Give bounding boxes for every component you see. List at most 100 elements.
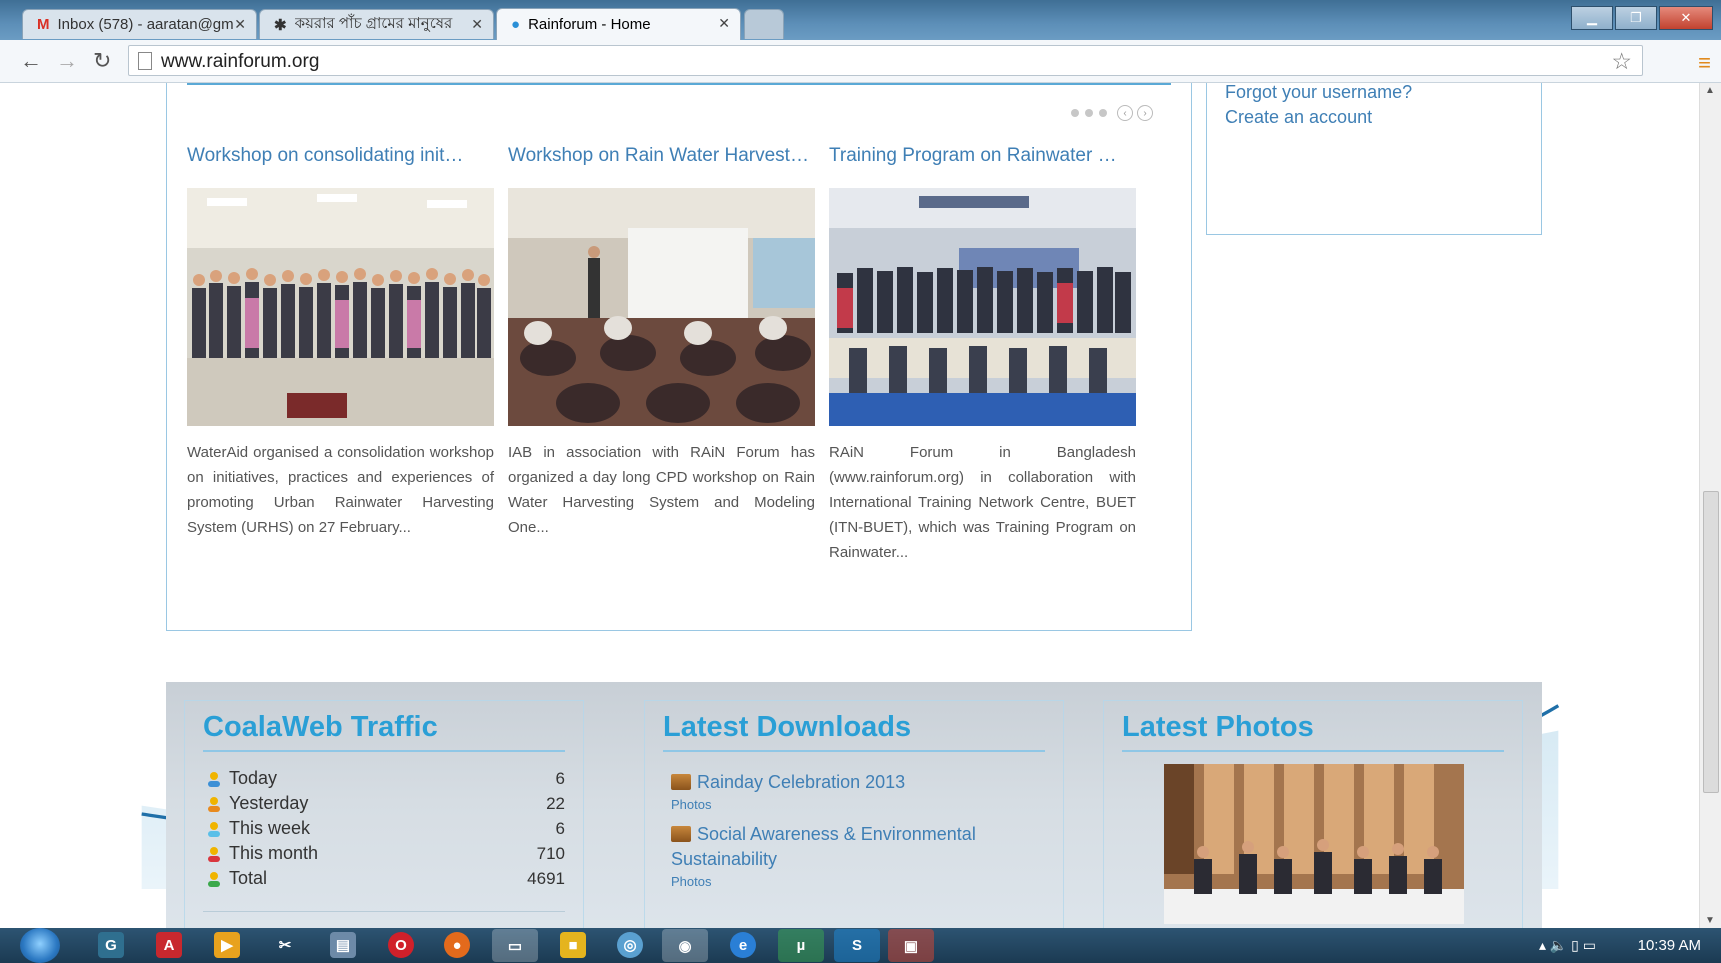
news-item: Training Program on Rainwater … RAiN For… [829, 145, 1136, 565]
browser-titlebar: M Inbox (578) - aaratan@gm ✕ ✱ কয়রার পা… [0, 0, 1721, 40]
close-window-button[interactable]: ✕ [1659, 6, 1713, 30]
utorrent-icon[interactable]: µ [778, 929, 824, 962]
download-item[interactable]: Rainday Celebration 2013 [671, 770, 1063, 795]
media-player-icon[interactable]: ▶ [214, 932, 240, 958]
opera-icon[interactable]: O [388, 932, 414, 958]
pager-dot[interactable] [1099, 109, 1107, 117]
page-icon [138, 52, 152, 70]
news-title-link[interactable]: Workshop on Rain Water Harvest… [508, 145, 815, 171]
news-photo[interactable] [187, 188, 494, 426]
tab-title: কয়রার পাঁচ গ্রামের মানুষের [294, 15, 453, 32]
explorer-folder-icon[interactable]: ▭ [492, 929, 538, 962]
page-scrollbar[interactable]: ▲ ▼ [1699, 83, 1721, 928]
download-category[interactable]: Photos [671, 797, 1063, 812]
notes-icon[interactable]: ■ [560, 932, 586, 958]
globe-icon: ✱ [274, 16, 287, 34]
bookmark-star-icon[interactable]: ☆ [1611, 48, 1632, 75]
prev-arrow-icon[interactable]: ‹ [1117, 105, 1133, 121]
firefox-icon[interactable]: ● [444, 932, 470, 958]
scroll-up-arrow-icon[interactable]: ▲ [1705, 85, 1715, 96]
chrome-icon[interactable]: ◉ [662, 929, 708, 962]
tab-rainforum[interactable]: ● Rainforum - Home ✕ [496, 8, 741, 40]
pager-dot[interactable] [1071, 109, 1079, 117]
traffic-value: 22 [546, 793, 565, 813]
downloads-heading: Latest Downloads [663, 711, 912, 743]
gmail-icon: M [37, 16, 50, 33]
internet-explorer-icon[interactable]: e [730, 932, 756, 958]
divider [187, 83, 1171, 85]
traffic-value: 710 [536, 843, 565, 863]
document-icon[interactable]: ▤ [330, 932, 356, 958]
messenger-icon[interactable]: ◎ [617, 932, 643, 958]
photos-module: Latest Photos [1103, 700, 1523, 928]
traffic-list: Today 6 Yesterday 22 This week 6 This mo… [185, 766, 583, 891]
news-title-link[interactable]: Training Program on Rainwater … [829, 145, 1136, 171]
close-icon[interactable]: ✕ [718, 15, 730, 32]
forward-arrow-icon[interactable]: → [56, 48, 78, 74]
minimize-button[interactable]: ▁ [1571, 6, 1613, 30]
app-red-icon[interactable]: ▣ [888, 929, 934, 962]
latest-photo[interactable] [1164, 764, 1464, 924]
url-text[interactable]: www.rainforum.org [161, 51, 319, 73]
download-title[interactable]: Rainday Celebration 2013 [697, 772, 905, 792]
windows-start-button[interactable] [20, 928, 60, 963]
new-tab-button[interactable] [744, 9, 784, 39]
next-arrow-icon[interactable]: › [1137, 105, 1153, 121]
maximize-button[interactable]: ❐ [1615, 6, 1657, 30]
footer-modules: CoalaWeb Traffic Today 6 Yesterday 22 Th… [166, 682, 1542, 928]
tab-title: Rainforum - Home [528, 16, 651, 33]
skype-icon[interactable]: S [834, 929, 880, 962]
window-controls: ▁ ❐ ✕ [1569, 6, 1713, 30]
tab-news[interactable]: ✱ কয়রার পাঁচ গ্রামের মানুষের ✕ [259, 9, 494, 39]
user-icon [208, 796, 220, 812]
traffic-row: Today 6 [205, 766, 565, 791]
create-account-link[interactable]: Create an account [1225, 105, 1541, 130]
news-description: IAB in association with RAiN Forum has o… [508, 444, 815, 536]
news-description: RAiN Forum in Bangladesh (www.rainforum.… [829, 444, 1136, 561]
download-archive-icon [671, 826, 691, 842]
close-icon[interactable]: ✕ [234, 16, 246, 33]
traffic-label: Total [229, 868, 268, 888]
pager-dot[interactable] [1085, 109, 1093, 117]
menu-icon[interactable]: ≡ [1698, 50, 1711, 76]
downloads-module: Latest Downloads Rainday Celebration 201… [644, 700, 1064, 928]
traffic-label: Yesterday [229, 793, 309, 813]
traffic-row: This week 6 [205, 816, 565, 841]
system-tray-icons[interactable]: ▴ 🔈 ▯ ▭ [1539, 937, 1596, 954]
news-photo[interactable] [829, 188, 1136, 426]
address-bar[interactable]: www.rainforum.org ☆ [128, 45, 1643, 76]
traffic-label: Today [229, 768, 278, 788]
taskbar-clock[interactable]: 10:39 AM [1638, 937, 1701, 954]
news-item: Workshop on Rain Water Harvest… IAB in a… [508, 145, 815, 540]
photos-heading: Latest Photos [1122, 711, 1314, 743]
page-content: ‹ › Workshop on consolidating init… Wate… [0, 83, 1700, 928]
traffic-value: 6 [555, 818, 565, 838]
news-photo[interactable] [508, 188, 815, 426]
acrobat-icon[interactable]: A [156, 932, 182, 958]
carousel-pager: ‹ › [1071, 105, 1153, 121]
download-title[interactable]: Social Awareness & Environmental Sustain… [671, 824, 976, 869]
scroll-down-arrow-icon[interactable]: ▼ [1705, 915, 1715, 926]
news-title-link[interactable]: Workshop on consolidating init… [187, 145, 494, 171]
forgot-username-link[interactable]: Forgot your username? [1225, 83, 1541, 105]
traffic-row: This month 710 [205, 841, 565, 866]
scrollbar-thumb[interactable] [1703, 491, 1719, 793]
reload-icon[interactable]: ↻ [93, 48, 111, 74]
traffic-row: Yesterday 22 [205, 791, 565, 816]
user-icon [208, 771, 220, 787]
news-carousel: ‹ › Workshop on consolidating init… Wate… [166, 83, 1192, 631]
close-icon[interactable]: ✕ [471, 16, 483, 33]
tab-gmail[interactable]: M Inbox (578) - aaratan@gm ✕ [22, 9, 257, 39]
back-arrow-icon[interactable]: ← [20, 48, 42, 74]
traffic-module: CoalaWeb Traffic Today 6 Yesterday 22 Th… [184, 700, 584, 928]
news-item: Workshop on consolidating init… WaterAid… [187, 145, 494, 540]
traffic-heading: CoalaWeb Traffic [203, 711, 438, 743]
tool-icon[interactable]: ✂ [272, 932, 298, 958]
traffic-row: Total 4691 [205, 866, 565, 891]
download-category[interactable]: Photos [671, 874, 1063, 889]
news-description: WaterAid organised a consolidation works… [187, 444, 494, 536]
windows-taskbar: G A ▶ ✂ ▤ O ● ▭ ■ ◎ ◉ e µ S ▣ ▴ 🔈 ▯ ▭ 10… [0, 928, 1721, 963]
app-g-icon[interactable]: G [98, 932, 124, 958]
download-item[interactable]: Social Awareness & Environmental Sustain… [671, 822, 991, 872]
traffic-label: This week [229, 818, 311, 838]
